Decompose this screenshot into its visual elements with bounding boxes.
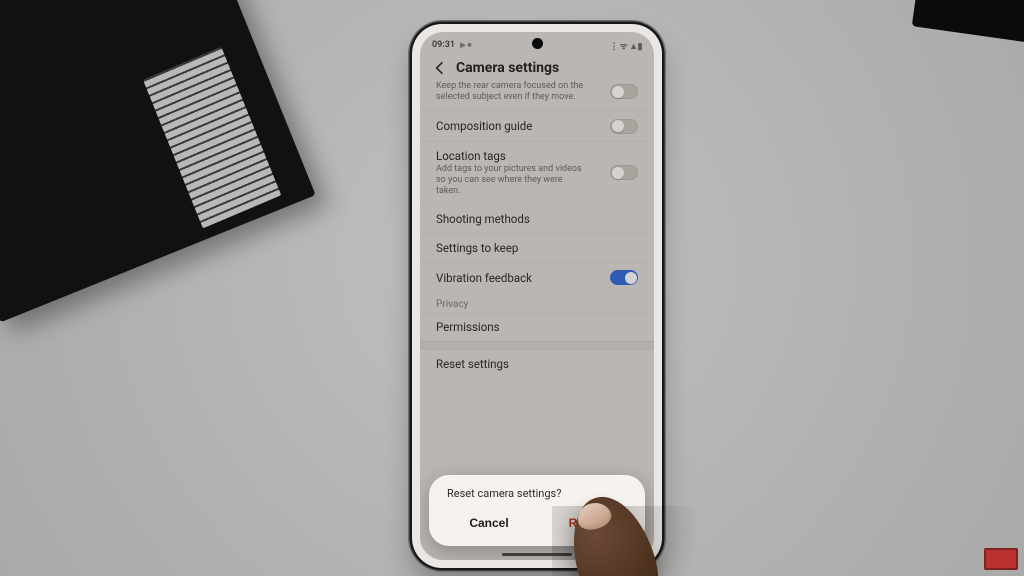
phone-frame: 09:31 ▶ ■ ⋮ ᯤ ▲▮ Camera settings xyxy=(412,24,662,568)
home-indicator[interactable] xyxy=(502,553,572,556)
product-box-label: Galaxy S25 Ultra xyxy=(0,1,1,203)
status-time: 09:31 xyxy=(432,40,455,50)
scene: Galaxy S25 Ultra 09:31 ▶ ■ ⋮ ᯤ ▲▮ xyxy=(0,0,1024,576)
watermark-badge xyxy=(984,548,1018,570)
status-left-icons: ▶ ■ xyxy=(460,41,471,49)
front-camera-punchhole xyxy=(532,38,543,49)
status-right-icons: ⋮ ᯤ ▲▮ xyxy=(609,39,642,52)
product-box-barcode xyxy=(143,47,281,229)
phone-screen: 09:31 ▶ ■ ⋮ ᯤ ▲▮ Camera settings xyxy=(420,32,654,560)
prop-rod xyxy=(912,0,1024,46)
product-box: Galaxy S25 Ultra xyxy=(0,0,316,322)
cancel-button[interactable]: Cancel xyxy=(441,506,537,540)
